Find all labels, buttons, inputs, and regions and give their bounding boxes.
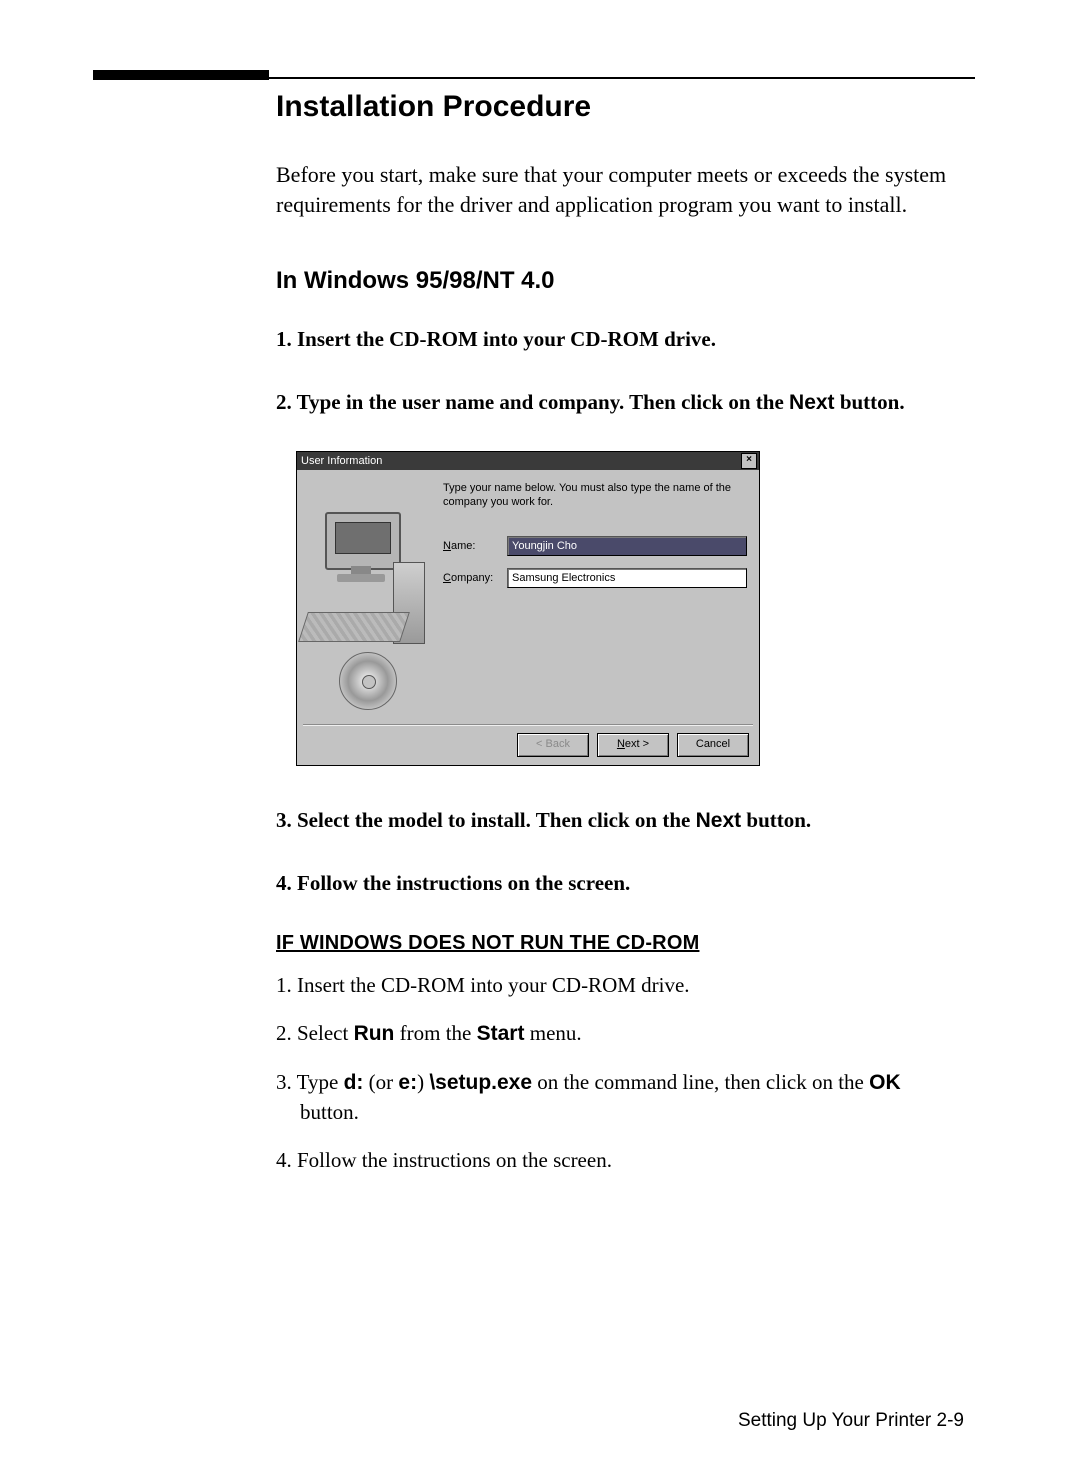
company-field[interactable]: Samsung Electronics (507, 568, 747, 588)
alt3-e2: ) (417, 1070, 429, 1094)
close-icon[interactable]: × (741, 453, 757, 469)
alt3-g: on the command line, then click on the (532, 1070, 869, 1094)
dialog-instruction: Type your name below. You must also type… (443, 482, 747, 510)
header-thin-rule (269, 77, 975, 79)
alt2-a: 2. Select (276, 1021, 354, 1045)
company-label: Company: (443, 572, 507, 584)
alt2-run: Run (354, 1022, 395, 1045)
monitor-stand (351, 566, 371, 574)
step-1: 1. Insert the CD-ROM into your CD-ROM dr… (276, 325, 956, 353)
alt3-a: 3. Type (276, 1070, 344, 1094)
alt2-e: menu. (524, 1021, 581, 1045)
alt3-setup: \setup.exe (429, 1071, 532, 1094)
company-row: Company: Samsung Electronics (443, 568, 747, 588)
keyboard-icon (298, 612, 410, 642)
step-2-text-c: button. (835, 390, 905, 414)
name-row: Name: Youngjin Cho (443, 536, 747, 556)
step-2-next: Next (789, 391, 835, 414)
dialog-illustration (309, 482, 429, 712)
next-button[interactable]: Next > (597, 733, 669, 757)
monitor-base (337, 574, 385, 582)
step-2: 2. Type in the user name and company. Th… (276, 388, 956, 417)
page-footer: Setting Up Your Printer 2-9 (0, 1410, 1080, 1432)
monitor-icon (325, 512, 401, 570)
alt3-i: button. (300, 1100, 359, 1124)
step-3: 3. Select the model to install. Then cli… (276, 806, 956, 835)
alt2-start: Start (477, 1022, 525, 1045)
cancel-button[interactable]: Cancel (677, 733, 749, 757)
dialog-titlebar: User Information × (297, 452, 759, 470)
name-field[interactable]: Youngjin Cho (507, 536, 747, 556)
alt3-ok: OK (869, 1071, 901, 1094)
back-button: < Back (517, 733, 589, 757)
alt-step-3: 3. Type d: (or e:) \setup.exe on the com… (276, 1068, 956, 1126)
step-3-next: Next (696, 809, 742, 832)
dialog-title: User Information (301, 455, 382, 467)
user-information-dialog: User Information × Type your name below.… (296, 451, 760, 766)
alt3-c: (or (363, 1070, 398, 1094)
alt2-c: from the (394, 1021, 476, 1045)
step-3-text-c: button. (741, 808, 811, 832)
alt-step-1: 1. Insert the CD-ROM into your CD-ROM dr… (276, 971, 956, 999)
step-2-text-a: 2. Type in the user name and company. Th… (276, 390, 789, 414)
alt3-d: d: (344, 1071, 364, 1094)
alt-step-2: 2. Select Run from the Start menu. (276, 1019, 956, 1048)
name-label: Name: (443, 540, 507, 552)
alt-step-4: 4. Follow the instructions on the screen… (276, 1146, 956, 1174)
alt3-e: e: (398, 1071, 417, 1094)
section-subhead: In Windows 95/98/NT 4.0 (276, 267, 956, 295)
page-title: Installation Procedure (276, 90, 956, 124)
alt-section-heading: IF WINDOWS DOES NOT RUN THE CD-ROM (276, 932, 956, 955)
cd-disc-icon (339, 652, 397, 710)
header-thick-rule (93, 70, 269, 80)
intro-paragraph: Before you start, make sure that your co… (276, 160, 956, 219)
step-4: 4. Follow the instructions on the screen… (276, 869, 956, 897)
step-3-text-a: 3. Select the model to install. Then cli… (276, 808, 696, 832)
